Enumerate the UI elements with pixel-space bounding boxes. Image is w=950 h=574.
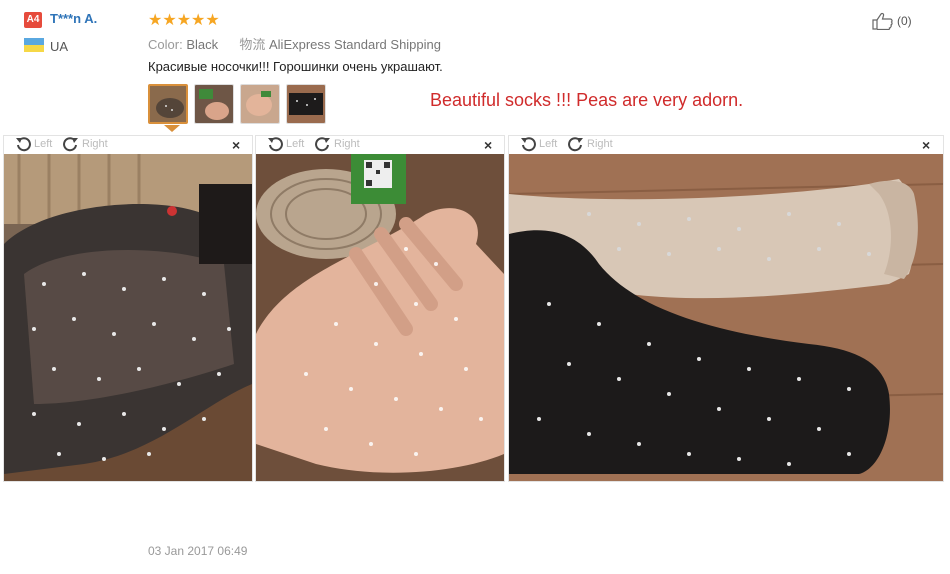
rotate-right-icon [63, 137, 78, 152]
review-photo [4, 154, 252, 481]
order-attributes: Color: Black 物流 AliExpress Standard Ship… [148, 34, 441, 53]
review-translation: Beautiful socks !!! Peas are very adorn. [430, 90, 744, 110]
star-rating: ★★★★★ [148, 12, 220, 29]
rotate-left-button[interactable]: Left [519, 136, 557, 152]
helpful-count: (0) [897, 14, 912, 28]
rotate-left-icon [16, 137, 31, 152]
reviewer-country: UA [50, 39, 69, 54]
color-value: Black [186, 37, 219, 52]
photo-viewer: Left Right × [508, 135, 944, 482]
photo-thumbnail[interactable] [148, 84, 188, 124]
photo-thumbnail-image [195, 85, 233, 123]
review-photo-image [509, 154, 943, 481]
photo-viewer: Left Right × [3, 135, 253, 482]
rotate-left-icon [521, 137, 536, 152]
rotate-right-button[interactable]: Right [567, 136, 613, 152]
rotate-left-icon [268, 137, 283, 152]
rotate-right-button[interactable]: Right [62, 136, 108, 152]
review-date: 03 Jan 2017 06:49 [148, 544, 248, 558]
reviewer-name[interactable]: T***n A. [50, 11, 97, 26]
thumbs-up-icon [872, 12, 893, 30]
country-flag-icon [24, 38, 44, 52]
close-icon[interactable]: × [922, 137, 930, 153]
photo-thumbnails [148, 84, 326, 124]
photo-viewer-toolbar: Left Right × [509, 136, 943, 154]
review-photo [509, 154, 943, 481]
photo-thumbnail[interactable] [194, 84, 234, 124]
photo-thumbnail[interactable] [286, 84, 326, 124]
photo-viewer-toolbar: Left Right × [256, 136, 504, 154]
photo-thumbnail-image [150, 86, 186, 122]
close-icon[interactable]: × [232, 137, 240, 153]
photo-thumbnail-image [287, 85, 325, 123]
rotate-left-label: Left [539, 138, 558, 150]
shipping-label: 物流 [239, 37, 266, 52]
review-photo-image [4, 154, 252, 481]
level-badge: A4 [24, 12, 42, 28]
photo-thumbnail[interactable] [240, 84, 280, 124]
rotate-right-label: Right [82, 138, 108, 150]
review-photo [256, 154, 504, 481]
rotate-left-label: Left [34, 138, 53, 150]
selected-thumbnail-pointer [164, 125, 180, 132]
photo-thumbnail-image [241, 85, 279, 123]
review-photo-image [256, 154, 504, 481]
rotate-right-icon [315, 137, 330, 152]
photo-viewer-toolbar: Left Right × [4, 136, 252, 154]
shipping-value: AliExpress Standard Shipping [269, 37, 441, 52]
close-icon[interactable]: × [484, 137, 492, 153]
rotate-left-button[interactable]: Left [14, 136, 52, 152]
rotate-right-label: Right [587, 138, 613, 150]
rotate-right-button[interactable]: Right [314, 136, 360, 152]
rotate-right-icon [568, 137, 583, 152]
color-label: Color: [148, 37, 183, 52]
review-text: Красивые носочки!!! Горошинки очень укра… [148, 59, 443, 74]
rotate-left-button[interactable]: Left [266, 136, 304, 152]
rotate-right-label: Right [334, 138, 360, 150]
photo-viewer: Left Right × [255, 135, 505, 482]
helpful-button[interactable]: (0) [872, 12, 912, 30]
rotate-left-label: Left [286, 138, 305, 150]
